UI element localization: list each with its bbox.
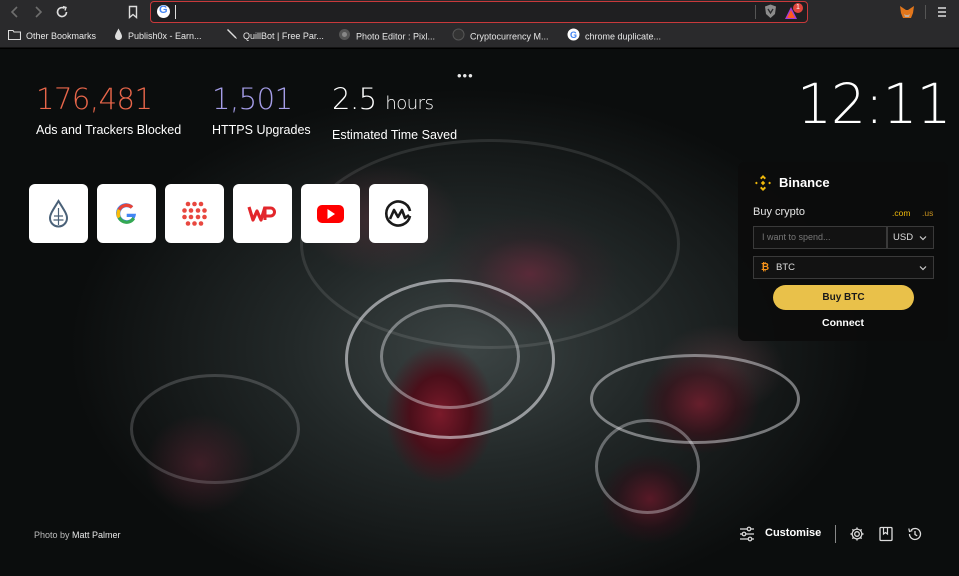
browser-toolbar: 1 — [0, 0, 959, 24]
coinmarketcap-icon — [385, 200, 412, 227]
buy-btc-button[interactable]: Buy BTC — [773, 285, 914, 310]
top-site-wp[interactable] — [233, 184, 292, 243]
binance-us-link[interactable]: .us — [922, 208, 933, 218]
dots-grid-icon — [182, 201, 207, 226]
history-icon[interactable] — [907, 526, 923, 542]
photo-editor-icon — [338, 28, 351, 46]
top-site-youtube[interactable] — [301, 184, 360, 243]
background-flower — [595, 419, 700, 514]
brave-shield-icon[interactable] — [764, 4, 777, 19]
address-bar[interactable]: 1 — [150, 1, 808, 23]
spend-amount-input[interactable]: I want to spend... — [753, 226, 887, 249]
brave-rewards-icon[interactable]: 1 — [784, 3, 803, 20]
background-flower — [130, 374, 300, 484]
https-upgrades-label: HTTPS Upgrades — [212, 123, 311, 137]
google-icon: G — [567, 28, 580, 46]
wp-icon — [247, 206, 276, 222]
new-tab-page: 176,481 Ads and Trackers Blocked 1,501 H… — [0, 49, 959, 576]
bookmark-publish0x[interactable]: Publish0x - Earn... — [114, 28, 202, 44]
text-caret — [175, 5, 176, 19]
customise-label: Customise — [765, 527, 822, 539]
top-site-dots[interactable] — [165, 184, 224, 243]
top-site-google[interactable] — [97, 184, 156, 243]
chevron-down-icon — [919, 266, 927, 271]
top-site-publish0x[interactable] — [29, 184, 88, 243]
svg-text:G: G — [570, 30, 577, 40]
stats-more-icon[interactable]: ••• — [457, 68, 474, 83]
reload-icon[interactable] — [53, 3, 71, 21]
asset-value: BTC — [776, 262, 795, 273]
bookmarks-bar: Other Bookmarks Publish0x - Earn... Quil… — [0, 24, 959, 48]
currency-value: USD — [893, 232, 914, 243]
toolbar-divider — [925, 5, 926, 19]
asset-select[interactable]: ₿ BTC — [753, 256, 934, 279]
https-upgrades-value: 1,501 — [212, 82, 293, 116]
time-saved-label: Estimated Time Saved — [332, 128, 458, 142]
bookmark-quillbot[interactable]: QuillBot | Free Par... — [226, 28, 324, 44]
currency-select[interactable]: USD — [887, 226, 934, 249]
ads-blocked-label: Ads and Trackers Blocked — [36, 123, 182, 137]
bookmark-label: Photo Editor : Pixl... — [356, 31, 436, 42]
bookmark-label: Other Bookmarks — [26, 31, 97, 41]
photo-credit: Photo by Matt Palmer — [34, 530, 121, 540]
time-saved-value: 2.5 — [332, 82, 377, 116]
binance-widget: Binance Buy crypto .com .us I want to sp… — [738, 162, 948, 341]
metamask-extension-icon[interactable] — [899, 4, 915, 20]
forward-icon[interactable] — [29, 3, 47, 21]
connect-button[interactable]: Connect — [738, 317, 948, 329]
bookmark-label: QuillBot | Free Par... — [243, 31, 324, 41]
rewards-badge: 1 — [793, 3, 803, 13]
settings-gear-icon[interactable] — [849, 526, 865, 542]
binance-logo-icon — [755, 175, 771, 191]
bitcoin-icon: ₿ — [761, 262, 770, 273]
folder-icon — [7, 29, 22, 45]
bookmark-label: Cryptocurrency M... — [470, 31, 549, 42]
bookmark-cryptocurrency[interactable]: Cryptocurrency M... — [452, 28, 549, 44]
binance-com-link[interactable]: .com — [892, 208, 910, 218]
bookmark-chrome-duplicate[interactable]: Gchrome duplicate... — [567, 28, 661, 44]
bookmark-other[interactable]: Other Bookmarks — [7, 28, 97, 45]
droplet-icon — [48, 199, 69, 228]
back-icon[interactable] — [6, 3, 24, 21]
bookmark-photo-editor[interactable]: Photo Editor : Pixl... — [338, 28, 435, 44]
binance-title: Binance — [779, 175, 830, 190]
droplet-icon — [114, 28, 123, 45]
quill-icon — [226, 28, 238, 45]
youtube-icon — [317, 205, 344, 223]
photographer-link[interactable]: Matt Palmer — [72, 530, 121, 540]
ads-blocked-value: 176,481 — [36, 82, 153, 116]
clock: 12:11 — [797, 72, 952, 136]
footer-divider — [835, 525, 836, 543]
stat-https-upgrades: 1,501 HTTPS Upgrades — [212, 83, 311, 137]
time-saved-value-row: 2.5 hours — [332, 83, 457, 120]
background-flower — [300, 139, 680, 349]
google-icon — [157, 4, 170, 18]
bookmarks-manager-icon[interactable] — [878, 526, 894, 542]
stat-ads-blocked: 176,481 Ads and Trackers Blocked — [36, 83, 181, 137]
bookmark-icon[interactable] — [124, 3, 142, 21]
menu-icon[interactable] — [934, 3, 950, 21]
sliders-icon — [740, 526, 754, 542]
time-saved-unit: hours — [385, 93, 434, 114]
omnibox-divider — [755, 5, 756, 19]
bookmark-label: Publish0x - Earn... — [128, 31, 202, 41]
stat-time-saved: 2.5 hours Estimated Time Saved — [332, 83, 457, 142]
top-site-coinmarketcap[interactable] — [369, 184, 428, 243]
crypto-icon — [452, 28, 465, 46]
photo-by-label: Photo by — [34, 530, 70, 540]
bookmark-label: chrome duplicate... — [585, 31, 662, 42]
google-icon — [116, 203, 136, 224]
chevron-down-icon — [919, 236, 927, 241]
buy-crypto-label: Buy crypto — [753, 206, 805, 218]
